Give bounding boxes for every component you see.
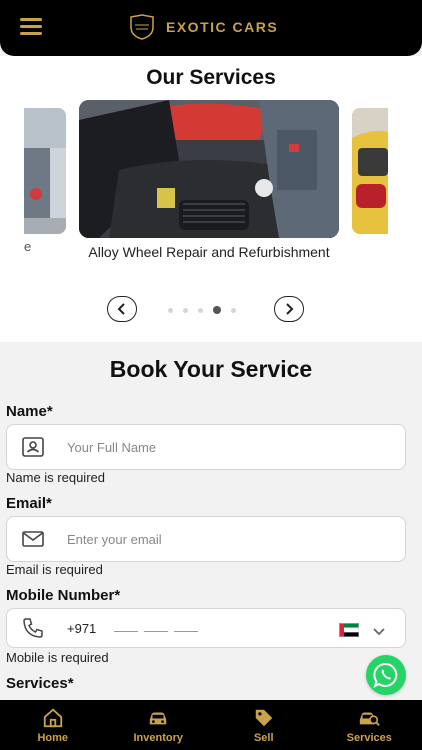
name-error: Name is required <box>6 470 105 485</box>
services-title: Our Services <box>146 66 276 89</box>
car-icon <box>150 712 167 724</box>
carousel-dot[interactable] <box>183 307 188 313</box>
tag-icon <box>255 709 272 726</box>
service-card-previous[interactable] <box>24 108 66 234</box>
carousel-dot-active[interactable] <box>213 306 221 314</box>
mechanic-image <box>24 108 66 234</box>
mobile-error: Mobile is required <box>6 650 109 665</box>
email-field[interactable]: Enter your email <box>6 516 406 562</box>
car-repair-image <box>79 100 339 238</box>
nav-inventory-label: Inventory <box>133 731 183 744</box>
name-field[interactable]: Your Full Name <box>6 424 406 470</box>
carousel-dot[interactable] <box>168 307 173 313</box>
previous-card-caption: e <box>24 239 32 254</box>
chevron-right-icon <box>286 303 294 315</box>
car-service-icon <box>360 712 380 726</box>
brand-shield-logo-icon <box>130 14 154 40</box>
mail-icon <box>22 531 44 547</box>
service-card-current[interactable] <box>79 100 339 238</box>
uae-flag-icon[interactable] <box>339 623 359 637</box>
carousel-dot[interactable] <box>198 307 203 313</box>
booking-title: Book Your Service <box>109 356 313 382</box>
carousel-prev-button[interactable] <box>107 296 137 322</box>
mobile-label: Mobile Number* <box>6 587 121 604</box>
chevron-left-icon <box>117 303 125 315</box>
current-card-caption: Alloy Wheel Repair and Refurbishment <box>88 244 330 260</box>
app-header: EXOTIC CARS <box>0 0 422 56</box>
booking-form: Book Your Service Name* Your Full Name N… <box>0 342 422 700</box>
nav-services-label: Services <box>346 731 392 744</box>
mobile-input-placeholder[interactable] <box>114 624 199 632</box>
chevron-down-icon[interactable] <box>371 623 387 639</box>
nav-home[interactable]: Home <box>0 700 106 750</box>
service-card-next[interactable] <box>352 108 388 234</box>
email-label: Email* <box>6 495 52 512</box>
country-code: +971 <box>67 620 97 636</box>
name-input-placeholder: Your Full Name <box>67 439 157 455</box>
bottom-nav: Home Inventory Sell Services <box>0 700 422 750</box>
email-error: Email is required <box>6 562 103 577</box>
home-icon <box>43 708 62 727</box>
whatsapp-button[interactable] <box>366 655 406 695</box>
nav-inventory[interactable]: Inventory <box>106 700 212 750</box>
phone-icon <box>23 618 43 638</box>
nav-home-label: Home <box>37 731 69 744</box>
name-label: Name* <box>6 403 53 420</box>
yellow-car-image <box>352 108 388 234</box>
brand-name: EXOTIC CARS <box>166 19 279 35</box>
hamburger-menu-icon[interactable] <box>20 18 42 36</box>
carousel-next-button[interactable] <box>274 296 304 322</box>
carousel-pagination <box>168 306 236 314</box>
nav-sell[interactable]: Sell <box>211 700 317 750</box>
mobile-field[interactable]: +971 <box>6 608 406 648</box>
brand[interactable]: EXOTIC CARS <box>128 12 278 42</box>
nav-sell-label: Sell <box>253 731 274 744</box>
services-label: Services* <box>6 675 74 692</box>
user-card-icon <box>22 437 44 457</box>
services-section: Our Services e Alloy Wheel Repair and Re… <box>0 56 422 342</box>
whatsapp-icon <box>373 663 398 688</box>
carousel-dot[interactable] <box>231 307 236 313</box>
email-input-placeholder: Enter your email <box>67 531 162 547</box>
nav-services[interactable]: Services <box>317 700 422 750</box>
